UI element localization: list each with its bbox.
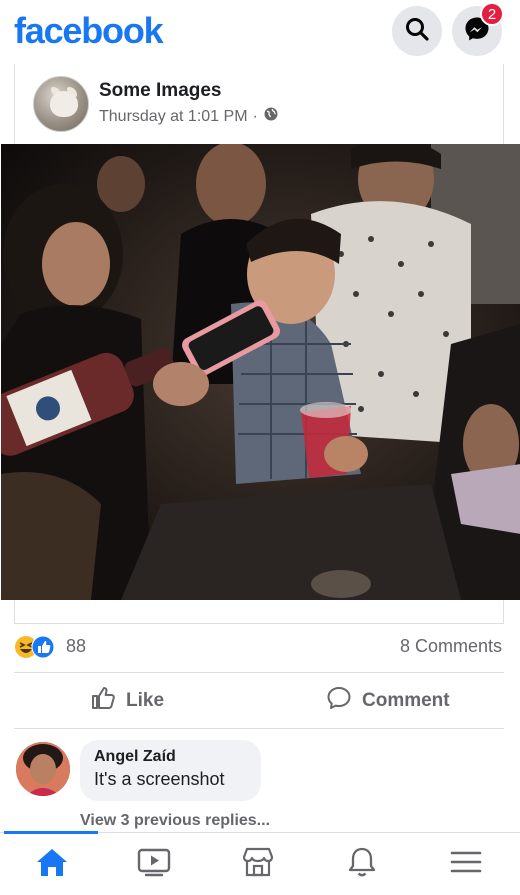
reaction-count[interactable]: 88 [66, 636, 86, 657]
home-icon [35, 846, 69, 883]
comments-count[interactable]: 8 Comments [400, 636, 502, 657]
globe-icon [263, 106, 279, 127]
nav-watch[interactable] [102, 833, 206, 895]
thumbs-up-icon [90, 685, 116, 717]
search-icon [404, 16, 430, 47]
bottom-nav [0, 831, 520, 895]
post-meta: Thursday at 1:01 PM · [99, 106, 279, 127]
page-avatar[interactable] [33, 76, 89, 132]
top-bar: facebook 2 [0, 0, 520, 62]
like-label: Like [126, 690, 165, 711]
comment-icon [326, 685, 352, 717]
divider [14, 728, 504, 729]
meta-separator: · [252, 107, 258, 125]
divider [14, 672, 504, 673]
comment-button[interactable]: Comment [326, 676, 450, 726]
facebook-app: facebook 2 Some Images Thursday at 1:01 … [0, 0, 520, 895]
comment-label: Comment [362, 690, 450, 711]
commenter-avatar[interactable] [16, 742, 70, 796]
facebook-logo[interactable]: facebook [14, 10, 164, 52]
comment-text: It's a screenshot [94, 769, 225, 789]
post-timestamp[interactable]: Thursday at 1:01 PM [99, 108, 248, 126]
actions-row: Like Comment [14, 676, 504, 726]
post-photo[interactable] [1, 144, 520, 600]
like-button[interactable]: Like [90, 676, 164, 726]
search-button[interactable] [392, 6, 442, 56]
notifications-icon [346, 845, 378, 884]
menu-icon [449, 848, 483, 881]
post-card: Some Images Thursday at 1:01 PM · [1, 64, 520, 624]
messenger-badge: 2 [480, 2, 504, 26]
marketplace-icon [240, 846, 276, 883]
watch-icon [136, 846, 172, 883]
nav-marketplace[interactable] [206, 833, 310, 895]
post-header: Some Images Thursday at 1:01 PM · [15, 64, 503, 144]
nav-notifications[interactable] [310, 833, 414, 895]
messenger-button[interactable]: 2 [452, 2, 504, 56]
comment-author[interactable]: Angel Zaíd [94, 748, 247, 766]
view-previous-replies[interactable]: View 3 previous replies... [80, 812, 270, 830]
nav-home[interactable] [0, 833, 104, 895]
comment-bubble[interactable]: Angel Zaíd It's a screenshot [80, 740, 261, 801]
like-icon [31, 635, 55, 659]
reactions-row: 88 8 Comments [14, 626, 504, 670]
reaction-icons[interactable] [14, 634, 55, 659]
page-name[interactable]: Some Images [99, 80, 222, 102]
nav-menu[interactable] [414, 833, 518, 895]
